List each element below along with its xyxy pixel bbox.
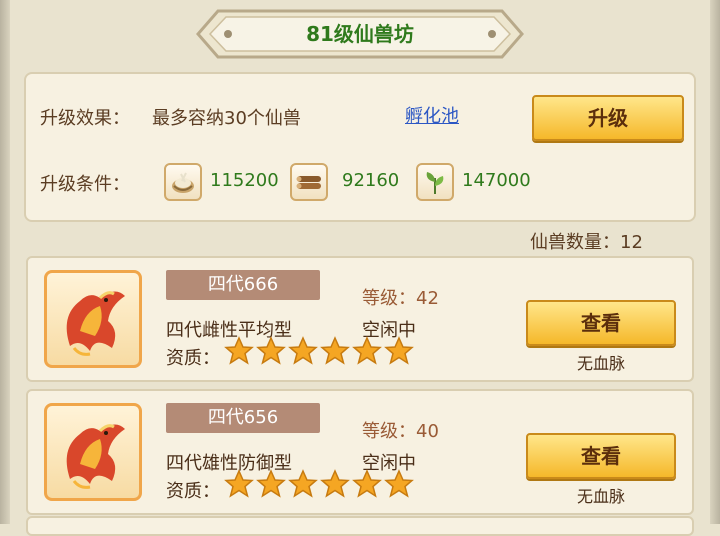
beast-card: 四代666 等级：42 四代雌性平均型 空闲中 资质： 查看 无血脉 (26, 256, 694, 382)
star-icon (256, 469, 286, 498)
beast-count-value: 12 (620, 232, 643, 253)
nest-icon (164, 163, 202, 201)
star-icon (224, 336, 254, 365)
resource-value-3: 147000 (462, 170, 531, 191)
right-frame-border (710, 0, 720, 524)
title-banner: 81级仙兽坊 (196, 9, 524, 59)
star-icon (384, 469, 414, 498)
beast-count: 仙兽数量：12 (530, 228, 643, 254)
beast-level: 等级：42 (362, 284, 439, 310)
upgrade-condition-label: 升级条件： (40, 174, 130, 195)
star-icon (352, 336, 382, 365)
star-icon (224, 469, 254, 498)
beast-count-label: 仙兽数量： (530, 232, 620, 253)
upgrade-effect-label: 升级效果： (40, 108, 130, 129)
beast-level-value: 42 (416, 288, 439, 309)
star-icon (352, 469, 382, 498)
quality-label: 资质： (166, 348, 220, 369)
star-icon (320, 469, 350, 498)
star-icon (320, 336, 350, 365)
beast-card-partial (26, 516, 694, 536)
resource-value-2: 92160 (342, 170, 400, 191)
upgrade-effect-text: 最多容纳30个仙兽 (152, 108, 301, 129)
upgrade-button[interactable]: 升级 (532, 95, 684, 141)
phoenix-icon[interactable] (44, 270, 142, 368)
beast-name-badge: 四代656 (166, 403, 320, 433)
hatch-pool-link[interactable]: 孵化池 (405, 102, 459, 128)
resource-value-1: 115200 (210, 170, 279, 191)
bloodline-text: 无血脉 (576, 487, 625, 506)
herb-leaf-icon (416, 163, 454, 201)
beast-level: 等级：40 (362, 417, 439, 443)
beast-card: 四代656 等级：40 四代雄性防御型 空闲中 资质： 查看 无血脉 (26, 389, 694, 515)
beast-level-value: 40 (416, 421, 439, 442)
view-button[interactable]: 查看 (526, 300, 676, 346)
view-button[interactable]: 查看 (526, 433, 676, 479)
beast-level-label: 等级： (362, 421, 416, 442)
star-icon (288, 336, 318, 365)
beast-name-badge: 四代666 (166, 270, 320, 300)
star-icon (384, 336, 414, 365)
star-icon (288, 469, 318, 498)
wood-logs-icon (290, 163, 328, 201)
left-frame-border (0, 0, 10, 524)
beast-level-label: 等级： (362, 288, 416, 309)
page-title: 81级仙兽坊 (306, 22, 414, 46)
phoenix-icon[interactable] (44, 403, 142, 501)
quality-label: 资质： (166, 481, 220, 502)
bloodline-text: 无血脉 (576, 354, 625, 373)
star-icon (256, 336, 286, 365)
